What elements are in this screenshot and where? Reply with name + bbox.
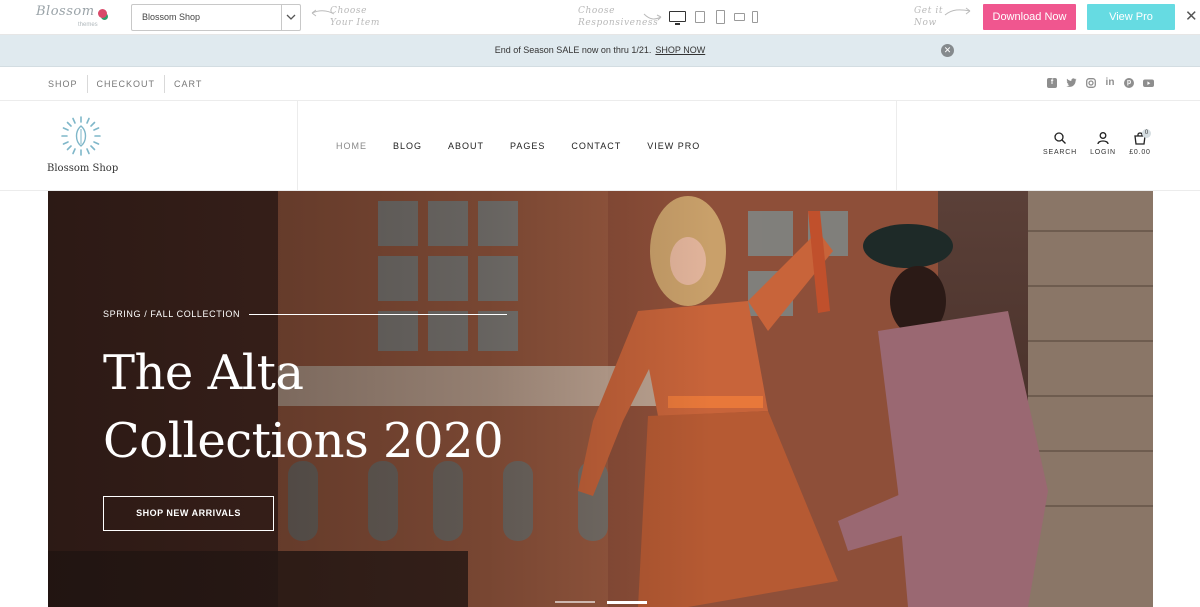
brand-name: Blossom Shop: [47, 163, 119, 174]
hint-choose-item: Choose Your Item: [330, 6, 380, 28]
site-header: Blossom Shop HOME BLOG ABOUT PAGES CONTA…: [0, 101, 1200, 191]
nav-item-pages[interactable]: PAGES: [510, 141, 545, 151]
hero-headline: The Alta Collections 2020: [103, 339, 523, 475]
slide-dot-2[interactable]: [607, 601, 647, 604]
blossom-logo-icon: [61, 116, 101, 156]
header-divider: [297, 101, 298, 191]
main-nav: HOME BLOG ABOUT PAGES CONTACT VIEW PRO: [336, 101, 726, 191]
youtube-icon[interactable]: [1143, 78, 1154, 88]
nav-item-about[interactable]: ABOUT: [448, 141, 484, 151]
tablet-portrait-icon[interactable]: [716, 10, 725, 24]
demo-logo-text: Blossom: [36, 4, 95, 19]
utility-links: SHOP CHECKOUT CART: [48, 67, 211, 101]
phone-landscape-icon[interactable]: [734, 13, 745, 21]
linkedin-icon[interactable]: in: [1105, 78, 1115, 88]
user-icon: [1097, 132, 1109, 145]
announcement-shop-now-link[interactable]: SHOP NOW: [655, 45, 705, 55]
tablet-landscape-icon[interactable]: [695, 11, 705, 23]
chevron-down-icon[interactable]: [281, 5, 300, 30]
login-button[interactable]: LOGIN: [1083, 131, 1123, 156]
social-links: f in p: [1047, 78, 1154, 88]
hint-arrow-icon: [643, 13, 662, 21]
shop-new-arrivals-button[interactable]: SHOP NEW ARRIVALS: [103, 496, 274, 531]
hero-eyebrow: SPRING / FALL COLLECTION: [103, 309, 241, 319]
util-link-checkout[interactable]: CHECKOUT: [86, 75, 165, 93]
header-divider: [896, 101, 897, 191]
hint-arrow-icon: [944, 7, 971, 16]
util-link-shop[interactable]: SHOP: [48, 75, 87, 93]
demo-logo-sub: themes: [78, 22, 98, 28]
announcement-text: End of Season SALE now on thru 1/21.: [494, 45, 652, 55]
facebook-icon[interactable]: f: [1047, 78, 1057, 88]
desktop-icon[interactable]: [669, 11, 686, 25]
instagram-icon[interactable]: [1086, 78, 1096, 88]
search-label: SEARCH: [1043, 149, 1077, 156]
util-link-cart[interactable]: CART: [164, 75, 211, 93]
cart-button[interactable]: 0 £0.00: [1120, 129, 1160, 156]
responsive-device-switcher: [664, 8, 764, 26]
cart-count-badge: 0: [1142, 129, 1151, 138]
announcement-bar: End of Season SALE now on thru 1/21. SHOP…: [0, 35, 1200, 67]
nav-item-blog[interactable]: BLOG: [393, 141, 422, 151]
utility-nav: SHOP CHECKOUT CART f in p: [0, 67, 1200, 101]
site-logo[interactable]: Blossom Shop: [44, 113, 120, 179]
close-icon[interactable]: ✕: [941, 44, 954, 57]
close-icon[interactable]: ✕: [1185, 9, 1198, 24]
announcement-message: End of Season SALE now on thru 1/21. SHOP…: [0, 45, 1200, 55]
hero-headline-line-2: Collections 2020: [103, 413, 504, 469]
hero-eyebrow-line: [249, 314, 507, 315]
hint-choose-responsiveness: Choose Responsiveness: [578, 6, 659, 28]
nav-item-home[interactable]: HOME: [336, 141, 367, 151]
flower-icon: [98, 9, 107, 18]
view-pro-button[interactable]: View Pro: [1087, 4, 1175, 30]
cart-total: £0.00: [1129, 149, 1151, 156]
theme-demo-bar: Blossom themes Blossom Shop Choose Your …: [0, 0, 1200, 35]
download-now-button[interactable]: Download Now: [983, 4, 1076, 30]
pinterest-icon[interactable]: p: [1124, 78, 1134, 88]
nav-item-view-pro[interactable]: VIEW PRO: [647, 141, 700, 151]
login-label: LOGIN: [1090, 149, 1116, 156]
demo-logo[interactable]: Blossom themes: [36, 4, 108, 32]
nav-item-contact[interactable]: CONTACT: [571, 141, 621, 151]
theme-select-value: Blossom Shop: [142, 12, 201, 22]
hero-slider: SPRING / FALL COLLECTION The Alta Collec…: [48, 191, 1153, 607]
theme-select[interactable]: Blossom Shop: [131, 4, 301, 31]
search-button[interactable]: SEARCH: [1040, 131, 1080, 156]
slider-pagination: [555, 601, 647, 605]
search-icon: [1054, 132, 1066, 144]
hero-headline-line-1: The Alta: [103, 345, 304, 401]
phone-portrait-icon[interactable]: [752, 11, 758, 23]
slide-dot-1[interactable]: [555, 601, 595, 603]
twitter-icon[interactable]: [1066, 78, 1077, 88]
